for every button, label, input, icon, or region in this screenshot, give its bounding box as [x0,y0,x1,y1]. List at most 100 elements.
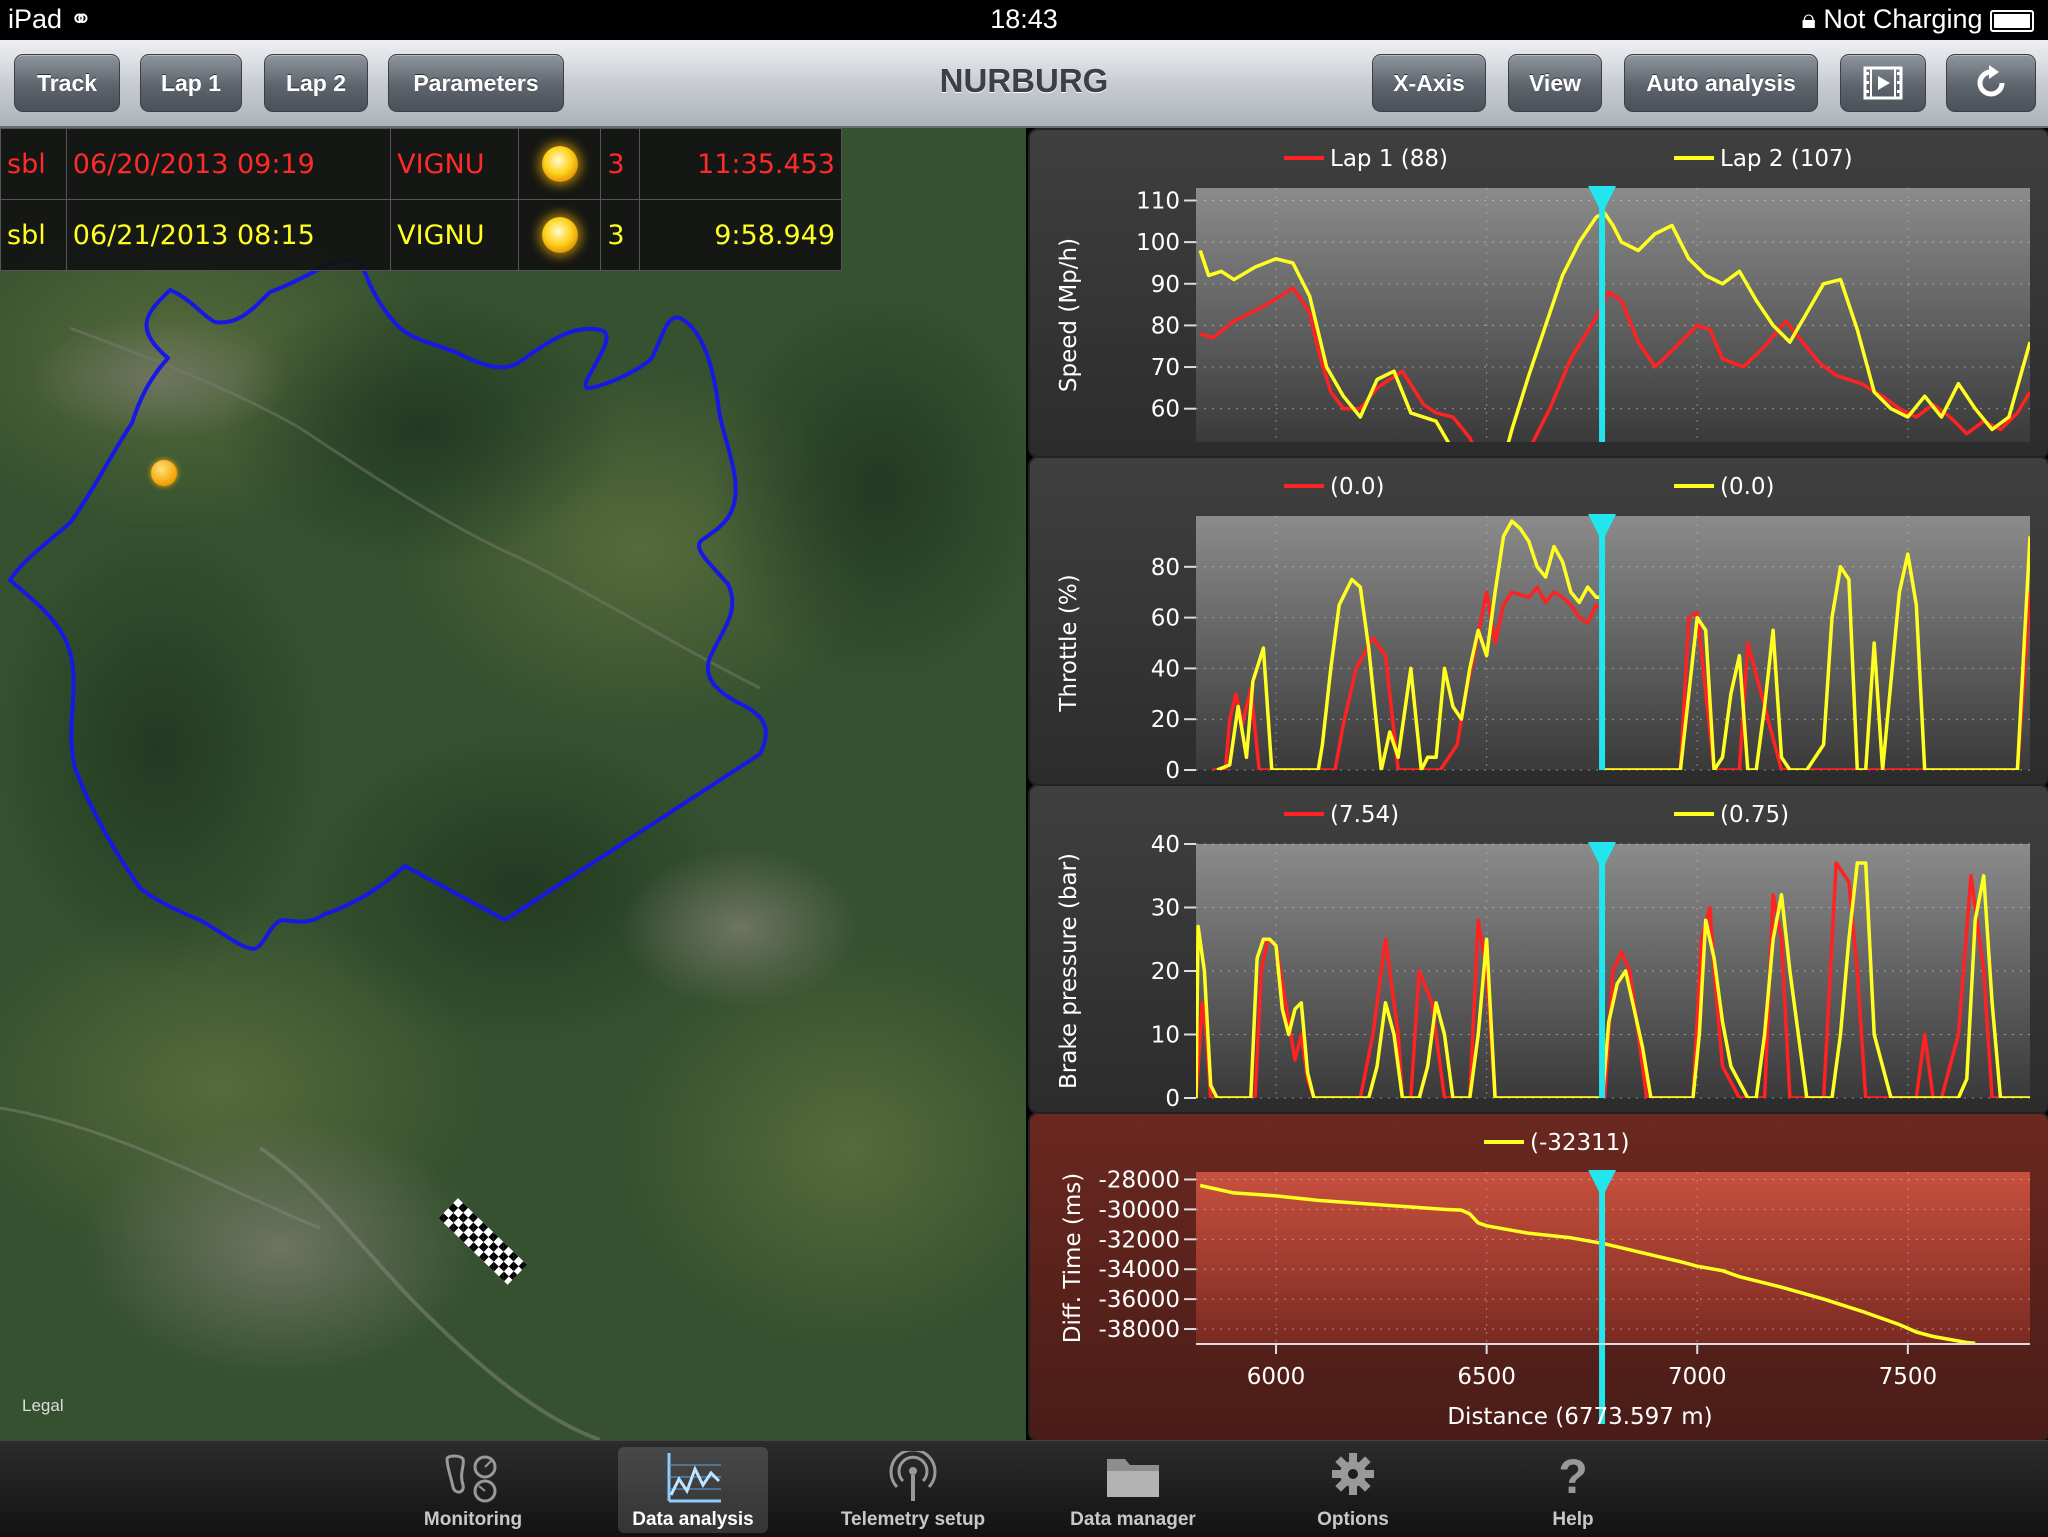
satellite-map[interactable]: sbl 06/20/2013 09:19 VIGNU 3 11:35.453 s… [0,128,1026,1440]
tab-options[interactable]: Options [1278,1447,1428,1533]
tab-label: Data manager [1070,1509,1196,1530]
car-position-marker [151,460,177,486]
y-tick-label: 30 [1151,896,1180,922]
tab-monitoring[interactable]: Monitoring [398,1447,548,1533]
lap-driver: VIGNU [390,128,519,200]
data-analysis-icon [667,1453,721,1503]
y-tick-label: -34000 [1099,1257,1180,1283]
y-tick-label: 80 [1151,313,1180,339]
folder-icon [1107,1459,1159,1497]
y-tick-label: 40 [1151,832,1180,858]
legend-label: Lap 1 (88) [1330,146,1448,172]
track-button[interactable]: Track [14,54,120,112]
tab-telemetry-setup[interactable]: Telemetry setup [838,1447,988,1533]
refresh-icon [1977,65,2005,97]
tab-label: Help [1552,1509,1594,1530]
x-axis-button[interactable]: X-Axis [1372,54,1486,112]
lap-count: 3 [600,128,640,200]
diff-time-panel: -28000 -30000 -32000 -34000 -36000 -38000 Diff… [1028,1112,2048,1442]
lap-user: sbl [0,199,67,271]
legend-label: (0.0) [1720,474,1775,500]
plot-area [1196,516,2030,770]
y-tick-label: -30000 [1099,1197,1180,1223]
battery-icon [1990,9,2034,32]
y-tick-label: 80 [1151,555,1180,581]
legend-label: Lap 2 (107) [1720,146,1853,172]
tab-data-analysis[interactable]: Data analysis [618,1447,768,1533]
tab-label: Telemetry setup [840,1509,986,1530]
lap-row-1[interactable]: sbl 06/20/2013 09:19 VIGNU 3 11:35.453 [0,128,843,200]
page-title: NURBURG [939,62,1109,99]
y-axis-label: Throttle (%) [1056,574,1082,712]
status-bar: iPad ⚭ 18:43 🔒︎ Not Charging [0,0,2048,40]
y-tick-label: 100 [1136,230,1180,256]
tab-label: Monitoring [423,1509,523,1530]
throttle-panel: 0 20 40 60 80 Throttle (%) (0.0) (0.0) [1028,456,2048,786]
y-tick-label: -32000 [1099,1227,1180,1253]
legend-label: (-32311) [1530,1130,1629,1156]
y-tick-label: 20 [1151,959,1180,985]
plot-area [1196,1172,2030,1344]
tab-label: Options [1317,1509,1389,1530]
svg-text:?: ? [1558,1451,1587,1503]
sun-icon [541,146,578,182]
y-tick-label: 0 [1165,1086,1180,1112]
lap2-button[interactable]: Lap 2 [264,54,368,112]
lap1-button[interactable]: Lap 1 [140,54,242,112]
legend-label: (7.54) [1330,802,1399,828]
brake-chart[interactable]: 0 10 20 30 40 Brake pressure (bar) (7.54) (0.75… [1030,786,2048,1112]
throttle-chart[interactable]: 0 20 40 60 80 Throttle (%) (0.0) (0.0) [1030,458,2048,784]
lap-time: 9:58.949 [638,199,843,271]
lap-driver: VIGNU [390,199,519,271]
battery-status: 🔒︎ Not Charging [1801,4,2034,36]
y-tick-label: 40 [1151,656,1180,682]
monitoring-icon [445,1454,497,1503]
brake-panel: 0 10 20 30 40 Brake pressure (bar) (7.54) (0.75… [1028,784,2048,1114]
y-tick-label: 60 [1151,397,1180,423]
toolbar: Track Lap 1 Lap 2 Parameters NURBURG X-A… [0,40,2048,128]
lap-date: 06/21/2013 08:15 [65,199,392,271]
x-tick-label: 6000 [1247,1364,1306,1390]
gear-icon [1332,1453,1374,1495]
diff-time-chart[interactable]: -28000 -30000 -32000 -34000 -36000 -38000 Diff… [1030,1114,2048,1440]
legend-label: (0.75) [1720,802,1789,828]
help-icon: ? [1558,1451,1587,1503]
y-axis-label: Brake pressure (bar) [1056,853,1082,1089]
y-tick-label: -38000 [1099,1317,1180,1343]
tab-label: Data analysis [632,1509,754,1530]
auto-analysis-button[interactable]: Auto analysis [1624,54,1818,112]
legend-label: (0.0) [1330,474,1385,500]
tab-data-manager[interactable]: Data manager [1058,1447,1208,1533]
speed-chart[interactable]: 60 70 80 90 100 110 Speed (Mp/h) Lap 1 (88) Lap … [1030,130,2048,456]
rotation-lock-icon: 🔒︎ [1801,4,1816,34]
video-button[interactable] [1840,54,1926,112]
y-tick-label: 70 [1151,355,1180,381]
lap-time: 11:35.453 [638,128,843,200]
clock: 18:43 [990,4,1058,34]
y-tick-label: 60 [1151,606,1180,632]
speed-panel: 60 70 80 90 100 110 Speed (Mp/h) Lap 1 (88) Lap … [1028,128,2048,458]
map-legal-link[interactable]: Legal [22,1396,64,1416]
x-tick-label: 7500 [1879,1364,1938,1390]
track-outline [8,258,768,951]
x-tick-label: 6500 [1457,1364,1516,1390]
lap-user: sbl [0,128,67,200]
tab-help[interactable]: ? Help [1498,1447,1648,1533]
lap-row-2[interactable]: sbl 06/21/2013 08:15 VIGNU 3 9:58.949 [0,199,843,271]
film-icon [1863,66,1903,100]
view-button[interactable]: View [1508,54,1602,112]
y-tick-label: 110 [1136,188,1180,214]
parameters-button[interactable]: Parameters [388,54,564,112]
refresh-button[interactable] [1946,54,2036,112]
y-tick-label: 10 [1151,1023,1180,1049]
y-tick-label: -28000 [1099,1167,1180,1193]
y-tick-label: 20 [1151,707,1180,733]
y-axis-label: Speed (Mp/h) [1056,238,1082,392]
lap-table: sbl 06/20/2013 09:19 VIGNU 3 11:35.453 s… [0,128,843,271]
y-tick-label: 0 [1165,758,1180,784]
lap-count: 3 [600,199,640,271]
sun-icon [541,217,578,253]
y-tick-label: 90 [1151,272,1180,298]
antenna-icon [889,1451,937,1501]
lap-date: 06/20/2013 09:19 [65,128,392,200]
